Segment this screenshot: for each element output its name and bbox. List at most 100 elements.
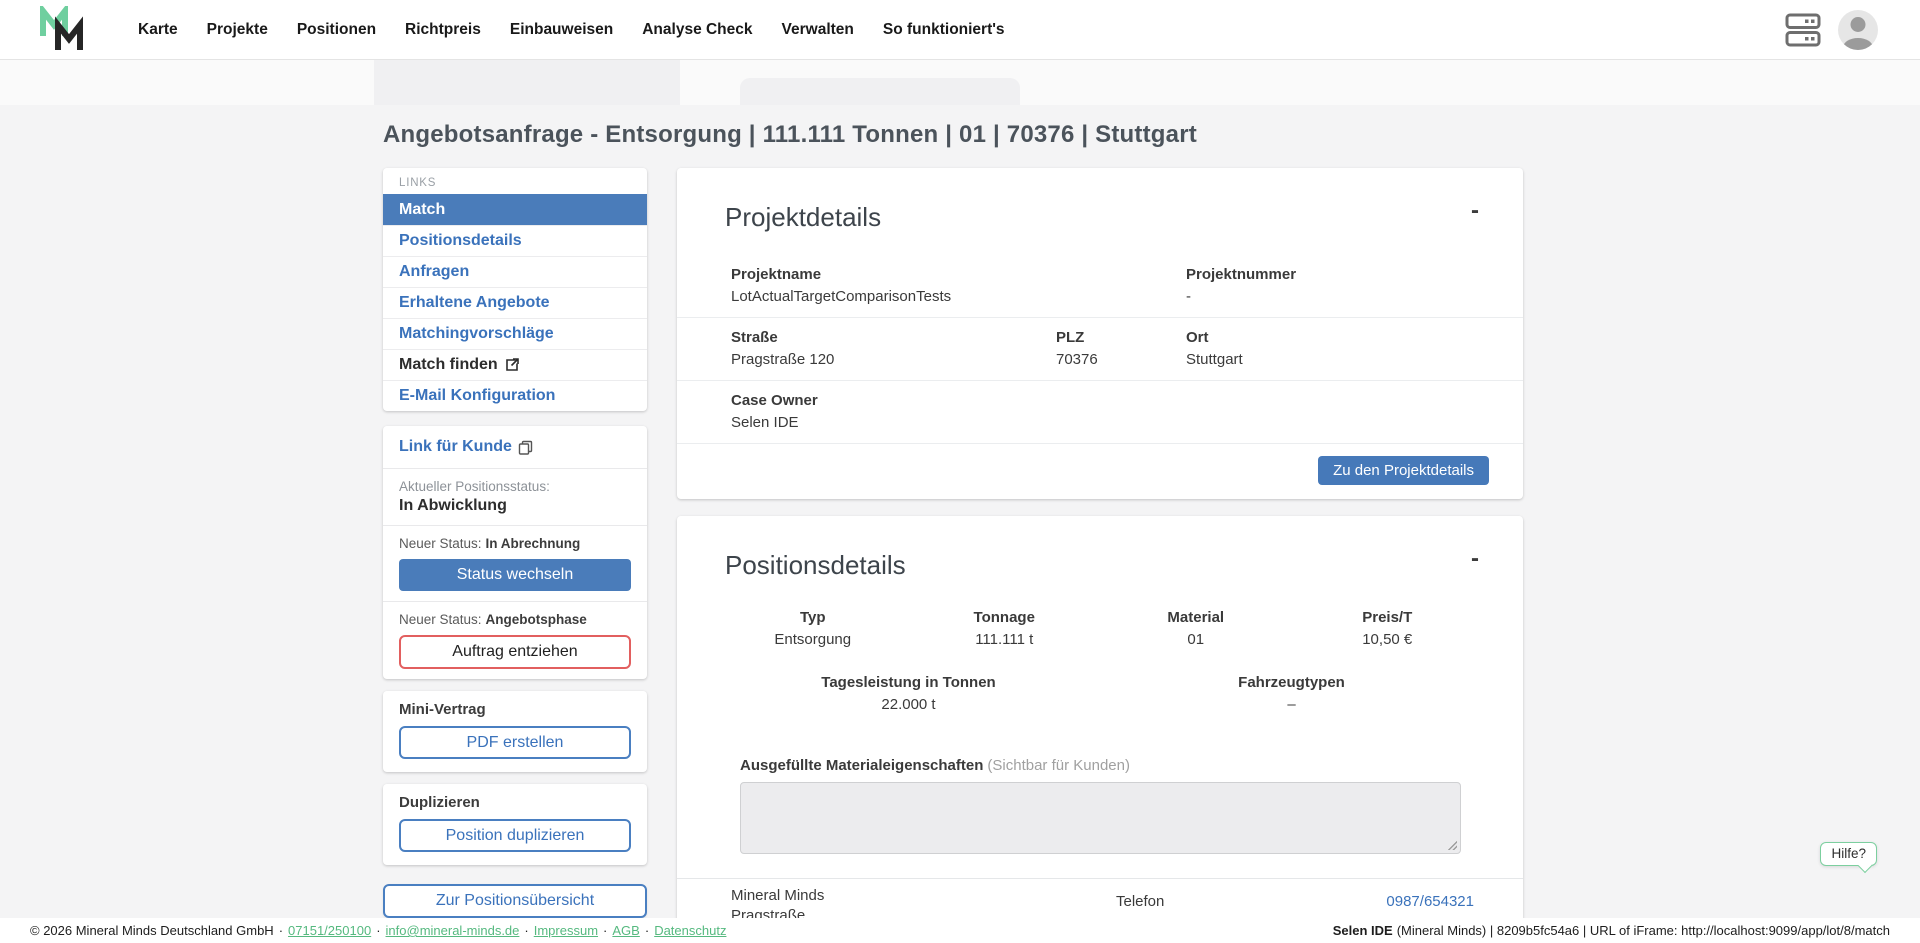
- nav-item-so-funktionierts[interactable]: So funktioniert's: [883, 21, 1005, 39]
- duplicate-title: Duplizieren: [399, 794, 631, 811]
- field-value: 22.000 t: [717, 696, 1100, 713]
- server-icon[interactable]: [1784, 12, 1822, 48]
- sidebar-item-matchingvorschlaege[interactable]: Matchingvorschläge: [383, 318, 647, 349]
- field-value: 70376: [1056, 351, 1186, 368]
- main-area: Angebotsanfrage - Entsorgung | 111.111 T…: [0, 105, 1920, 943]
- footer-link-impressum[interactable]: Impressum: [534, 923, 598, 938]
- field-projektnummer: Projektnummer -: [1186, 266, 1481, 305]
- help-button[interactable]: Hilfe?: [1820, 842, 1877, 866]
- field-value: Selen IDE: [731, 414, 1481, 431]
- field-value: –: [1100, 696, 1483, 713]
- nav-item-analyse-check[interactable]: Analyse Check: [642, 21, 752, 39]
- phone-link[interactable]: 0987/654321: [1386, 893, 1474, 910]
- field-strasse: Straße Pragstraße 120: [731, 329, 1056, 368]
- sidebar-item-positionsdetails[interactable]: Positionsdetails: [383, 225, 647, 256]
- nav-item-karte[interactable]: Karte: [138, 21, 178, 39]
- nav-item-projekte[interactable]: Projekte: [207, 21, 268, 39]
- sidebar-item-label: Positionsdetails: [399, 232, 522, 250]
- phone-label: Telefon: [1116, 893, 1164, 910]
- contact-phone-row: Telefon 0987/654321: [1116, 886, 1474, 916]
- new-status-label: Neuer Status:: [399, 612, 482, 627]
- avatar-body-icon: [1843, 38, 1873, 50]
- links-card-header: LINKS: [383, 168, 647, 194]
- nav-item-einbauweisen[interactable]: Einbauweisen: [510, 21, 613, 39]
- material-properties-textarea[interactable]: [740, 782, 1461, 854]
- avatar-head-icon: [1851, 17, 1866, 32]
- nav-item-verwalten[interactable]: Verwalten: [782, 21, 854, 39]
- field-label: Straße: [731, 329, 1056, 346]
- nav-item-positionen[interactable]: Positionen: [297, 21, 376, 39]
- sidebar-item-label: E-Mail Konfiguration: [399, 387, 555, 405]
- footer: © 2026 Mineral Minds Deutschland GmbH · …: [0, 918, 1920, 943]
- footer-username: Selen IDE: [1333, 923, 1393, 938]
- sidebar-item-match[interactable]: Match: [383, 194, 647, 225]
- footer-link-email[interactable]: info@mineral-minds.de: [386, 923, 520, 938]
- status-change-button[interactable]: Status wechseln: [399, 559, 631, 591]
- footer-separator: ·: [376, 923, 380, 938]
- page-title: Angebotsanfrage - Entsorgung | 111.111 T…: [383, 121, 1523, 149]
- field-value: Entsorgung: [717, 631, 909, 648]
- project-details-title: Projektdetails: [725, 202, 881, 233]
- current-status-value: In Abwicklung: [399, 497, 631, 515]
- detail-panels: Projektdetails - Projektname LotActualTa…: [677, 168, 1523, 943]
- copy-icon[interactable]: [518, 440, 533, 455]
- sidebar: LINKS Match Positionsdetails Anfragen Er…: [383, 168, 647, 943]
- customer-link-label: Link für Kunde: [399, 438, 512, 456]
- top-navbar: Karte Projekte Positionen Richtpreis Ein…: [0, 0, 1920, 60]
- new-status-offer-text: Neuer Status: Angebotsphase: [399, 612, 631, 627]
- mineral-minds-logo-icon[interactable]: [38, 6, 90, 54]
- main-nav: Karte Projekte Positionen Richtpreis Ein…: [138, 21, 1005, 39]
- field-value: Stuttgart: [1186, 351, 1481, 368]
- user-avatar[interactable]: [1838, 10, 1878, 50]
- field-label: Fahrzeugtypen: [1100, 674, 1483, 691]
- sidebar-item-erhaltene-angebote[interactable]: Erhaltene Angebote: [383, 287, 647, 318]
- material-properties-hint: (Sichtbar für Kunden): [987, 757, 1130, 774]
- new-status-billing-text: Neuer Status:In Abrechnung: [399, 536, 631, 551]
- field-label: PLZ: [1056, 329, 1186, 346]
- field-preis-t: Preis/T 10,50 €: [1292, 609, 1484, 648]
- footer-copyright: © 2026 Mineral Minds Deutschland GmbH: [30, 923, 274, 938]
- position-details-card: Positionsdetails - Typ Entsorgung Tonnag…: [677, 516, 1523, 943]
- sidebar-item-label: Anfragen: [399, 263, 469, 281]
- field-value: -: [1186, 288, 1481, 305]
- nav-item-richtpreis[interactable]: Richtpreis: [405, 21, 481, 39]
- material-properties-label-strong: Ausgefüllte Materialeigenschaften: [740, 757, 983, 774]
- customer-link[interactable]: Link für Kunde: [399, 436, 631, 458]
- field-projektname: Projektname LotActualTargetComparisonTes…: [731, 266, 1186, 305]
- field-value: 10,50 €: [1292, 631, 1484, 648]
- scrolled-content-strip: [0, 60, 1920, 105]
- footer-link-datenschutz[interactable]: Datenschutz: [654, 923, 726, 938]
- footer-link-agb[interactable]: AGB: [612, 923, 639, 938]
- withdraw-order-button[interactable]: Auftrag entziehen: [399, 635, 631, 669]
- sidebar-item-email-konfiguration[interactable]: E-Mail Konfiguration: [383, 380, 647, 411]
- duplicate-position-button[interactable]: Position duplizieren: [399, 819, 631, 852]
- field-label: Typ: [717, 609, 909, 626]
- footer-session-info: Selen IDE (Mineral Minds) | 8209b5fc54a6…: [1333, 923, 1890, 938]
- footer-link-phone[interactable]: 07151/250100: [288, 923, 371, 938]
- create-pdf-button[interactable]: PDF erstellen: [399, 726, 631, 759]
- field-value: Pragstraße 120: [731, 351, 1056, 368]
- mini-contract-card: Mini-Vertrag PDF erstellen: [383, 691, 647, 772]
- sidebar-item-label: Matchingvorschläge: [399, 325, 554, 343]
- footer-left: © 2026 Mineral Minds Deutschland GmbH · …: [30, 923, 726, 938]
- sidebar-item-match-finden[interactable]: Match finden: [383, 349, 647, 380]
- field-fahrzeugtypen: Fahrzeugtypen –: [1100, 674, 1483, 713]
- contact-company: Mineral Minds: [731, 886, 1116, 906]
- duplicate-card: Duplizieren Position duplizieren: [383, 784, 647, 865]
- footer-separator: ·: [645, 923, 649, 938]
- ghost-block-left: [374, 60, 680, 105]
- position-details-title: Positionsdetails: [725, 550, 906, 581]
- position-overview-button[interactable]: Zur Positionsübersicht: [383, 884, 647, 918]
- collapse-icon[interactable]: -: [1467, 550, 1483, 568]
- collapse-icon[interactable]: -: [1467, 202, 1483, 220]
- status-card: Link für Kunde Aktueller Positionsstatus…: [383, 426, 647, 679]
- sidebar-item-label: Erhaltene Angebote: [399, 294, 550, 312]
- header-icons: [1784, 10, 1878, 50]
- field-material: Material 01: [1100, 609, 1292, 648]
- footer-separator: ·: [524, 923, 528, 938]
- new-status-offer-value: Angebotsphase: [486, 612, 587, 627]
- links-card: LINKS Match Positionsdetails Anfragen Er…: [383, 168, 647, 411]
- sidebar-item-anfragen[interactable]: Anfragen: [383, 256, 647, 287]
- goto-project-details-button[interactable]: Zu den Projektdetails: [1318, 456, 1489, 485]
- resize-handle-icon[interactable]: [1446, 839, 1457, 850]
